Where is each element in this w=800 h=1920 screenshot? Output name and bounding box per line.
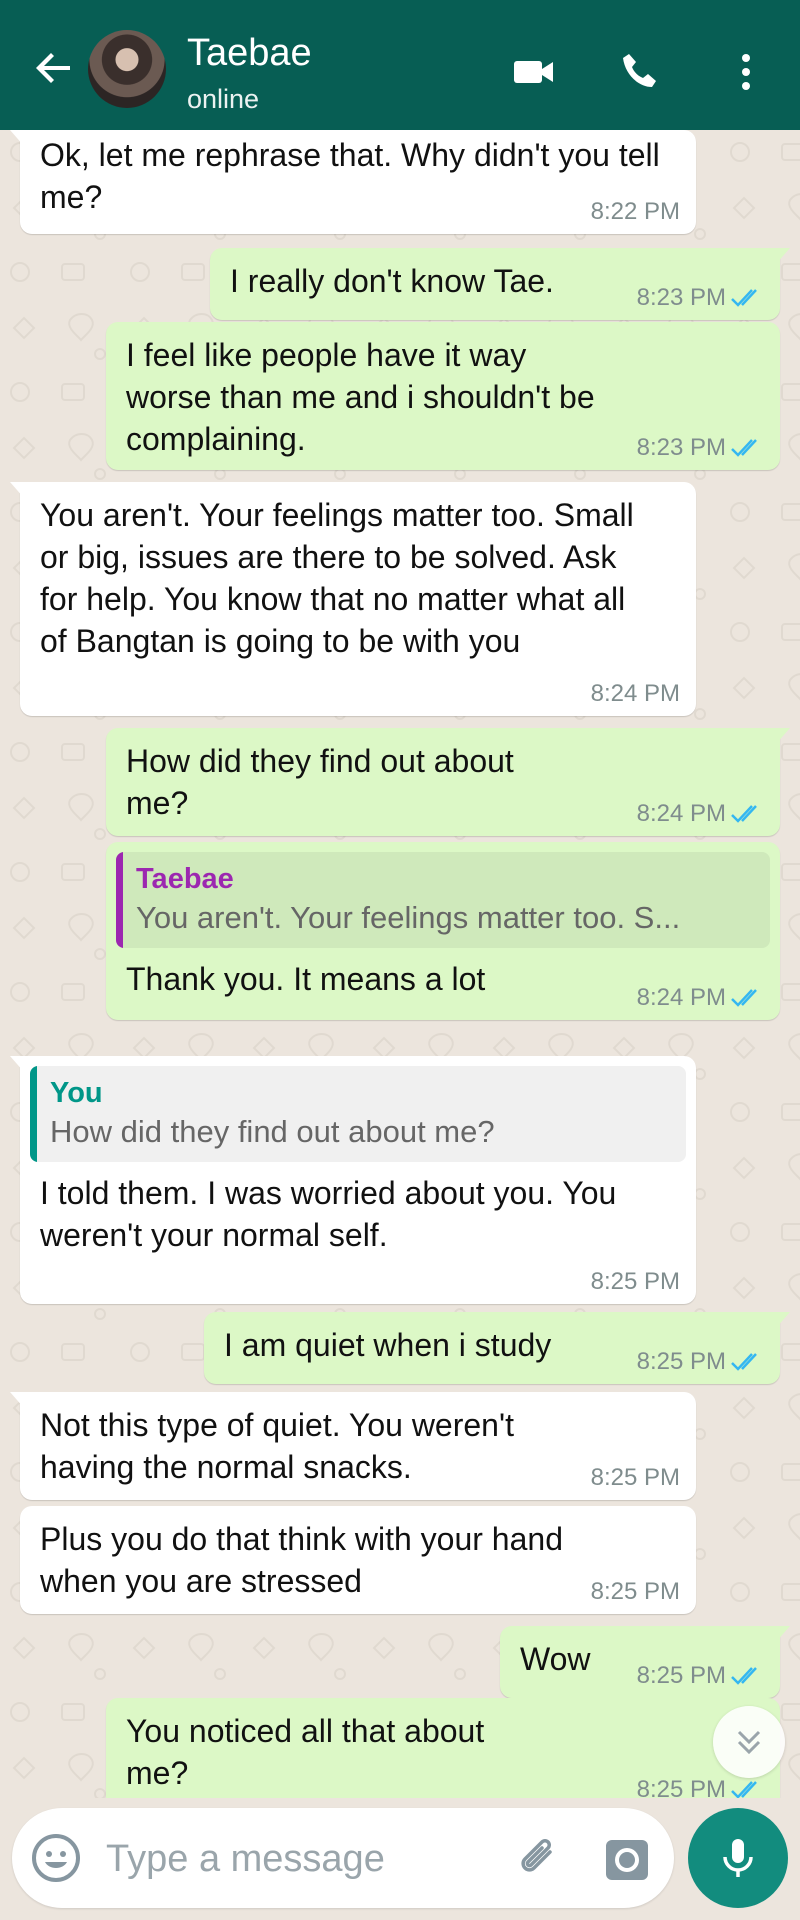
message-outgoing-reply[interactable]: Taebae You aren't. Your feelings matter … bbox=[106, 842, 780, 1020]
message-outgoing[interactable]: I really don't know Tae. 8:23 PM bbox=[210, 248, 790, 320]
message-time: 8:23 PM bbox=[637, 434, 764, 462]
attach-icon[interactable] bbox=[512, 1832, 566, 1886]
back-arrow-icon[interactable] bbox=[30, 44, 78, 92]
message-time: 8:24 PM bbox=[590, 680, 680, 707]
mic-icon bbox=[723, 1839, 753, 1877]
message-incoming[interactable]: Ok, let me rephrase that. Why didn't you… bbox=[10, 130, 696, 234]
message-outgoing[interactable]: I am quiet when i study 8:25 PM bbox=[204, 1312, 790, 1384]
read-receipt-icon bbox=[731, 289, 757, 307]
message-text: Plus you do that think with your hand wh… bbox=[40, 1521, 563, 1599]
message-list[interactable]: Ok, let me rephrase that. Why didn't you… bbox=[0, 130, 800, 1798]
message-incoming[interactable]: Not this type of quiet. You weren't havi… bbox=[10, 1392, 696, 1500]
contact-name[interactable]: Taebae bbox=[187, 30, 312, 76]
quoted-message[interactable]: You How did they find out about me? bbox=[30, 1066, 686, 1162]
read-receipt-icon bbox=[731, 1781, 757, 1798]
chat-header: Taebae online bbox=[0, 6, 800, 130]
message-text: Ok, let me rephrase that. Why didn't you… bbox=[40, 137, 660, 215]
message-time: 8:25 PM bbox=[590, 1578, 680, 1605]
contact-avatar[interactable] bbox=[88, 30, 166, 108]
double-chevron-down-icon bbox=[737, 1730, 761, 1755]
message-text: Not this type of quiet. You weren't havi… bbox=[40, 1407, 514, 1485]
message-outgoing[interactable]: You noticed all that about me? 8:25 PM bbox=[106, 1698, 780, 1798]
message-time: 8:25 PM bbox=[637, 1662, 764, 1690]
read-receipt-icon bbox=[731, 989, 757, 1007]
read-receipt-icon bbox=[731, 1667, 757, 1685]
camera-icon[interactable] bbox=[600, 1832, 654, 1886]
message-outgoing[interactable]: How did they find out about me? 8:24 PM bbox=[106, 728, 790, 836]
message-time: 8:25 PM bbox=[590, 1268, 680, 1295]
contact-status: online bbox=[187, 84, 260, 114]
message-time: 8:24 PM bbox=[637, 800, 764, 828]
more-options-icon[interactable] bbox=[722, 48, 770, 96]
quote-author: Taebae bbox=[136, 863, 234, 895]
quote-text: How did they find out about me? bbox=[50, 1114, 495, 1149]
read-receipt-icon bbox=[731, 439, 757, 457]
message-time: 8:25 PM bbox=[637, 1348, 764, 1376]
video-call-icon[interactable] bbox=[510, 48, 558, 96]
message-incoming-reply[interactable]: You How did they find out about me? I to… bbox=[10, 1056, 696, 1304]
message-outgoing[interactable]: Wow 8:25 PM bbox=[500, 1626, 790, 1698]
scroll-to-bottom-button[interactable] bbox=[713, 1706, 785, 1778]
message-incoming[interactable]: You aren't. Your feelings matter too. Sm… bbox=[10, 482, 696, 716]
message-input[interactable] bbox=[104, 1828, 508, 1890]
message-time: 8:23 PM bbox=[637, 284, 764, 312]
message-outgoing[interactable]: I feel like people have it way worse tha… bbox=[106, 322, 780, 470]
message-time: 8:25 PM bbox=[637, 1776, 764, 1798]
quoted-message[interactable]: Taebae You aren't. Your feelings matter … bbox=[116, 852, 770, 948]
quote-author: You bbox=[50, 1077, 103, 1109]
read-receipt-icon bbox=[731, 1353, 757, 1371]
mic-button[interactable] bbox=[688, 1808, 788, 1908]
message-incoming[interactable]: Plus you do that think with your hand wh… bbox=[20, 1506, 696, 1614]
emoji-icon[interactable] bbox=[30, 1832, 82, 1884]
message-time: 8:22 PM bbox=[590, 198, 680, 225]
message-time: 8:25 PM bbox=[590, 1464, 680, 1491]
read-receipt-icon bbox=[731, 805, 757, 823]
quote-text: You aren't. Your feelings matter too. S.… bbox=[136, 900, 681, 935]
voice-call-icon[interactable] bbox=[616, 48, 664, 96]
message-time: 8:24 PM bbox=[637, 984, 764, 1012]
message-text: You aren't. Your feelings matter too. Sm… bbox=[40, 497, 634, 659]
message-text: I told them. I was worried about you. Yo… bbox=[40, 1175, 617, 1253]
message-composer bbox=[12, 1808, 674, 1908]
